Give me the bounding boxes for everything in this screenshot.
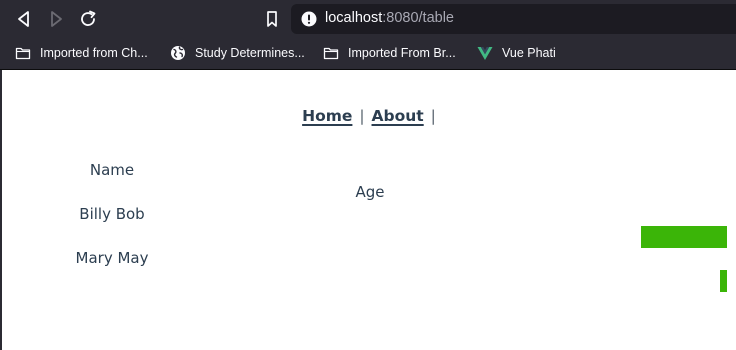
nav-link-about[interactable]: About	[372, 107, 424, 125]
page-content: Home | About | Name Age Billy Bob Mary M…	[0, 70, 736, 350]
url-text[interactable]: localhost:8080/table	[325, 10, 454, 26]
table-cell-name: Mary May	[75, 249, 149, 267]
browser-toolbar: localhost:8080/table	[0, 0, 736, 37]
bookmark-page-button[interactable]	[262, 9, 282, 29]
age-bar	[720, 270, 727, 292]
age-bar	[641, 226, 727, 248]
address-bar[interactable]: localhost:8080/table	[291, 4, 736, 34]
table-cell-name: Billy Bob	[79, 205, 145, 223]
back-arrow-icon	[18, 11, 29, 27]
folder-icon	[15, 47, 31, 60]
bookmark-label: Imported from Ch...	[40, 46, 148, 60]
bookmark-label: Vue Phati	[502, 46, 556, 60]
bookmark-icon	[267, 11, 277, 27]
nav-separator: |	[430, 107, 436, 125]
bookmark-label: Imported From Br...	[348, 46, 456, 60]
folder-icon	[323, 47, 339, 60]
nav-link-home[interactable]: Home	[302, 107, 352, 125]
bookmark-label: Study Determines...	[195, 46, 305, 60]
url-path: :8080/table	[382, 10, 454, 26]
reload-icon	[81, 10, 96, 26]
back-button[interactable]	[14, 9, 34, 29]
globe-icon	[171, 46, 185, 60]
url-host: localhost	[325, 10, 383, 26]
bookmark-item-vue-phati[interactable]: Vue Phati	[477, 37, 556, 69]
bookmark-item-imported-from-chrome[interactable]: Imported from Ch...	[15, 37, 148, 69]
column-header-name: Name	[89, 161, 135, 179]
bookmarks-bar: Imported from Ch... Study Determines... …	[0, 37, 736, 70]
bookmark-item-imported-from-browser[interactable]: Imported From Br...	[323, 37, 456, 69]
site-info-icon[interactable]	[301, 11, 317, 27]
vue-logo-icon	[477, 47, 493, 60]
reload-button[interactable]	[78, 9, 98, 29]
nav-separator: |	[359, 107, 365, 125]
bookmark-item-study-determines[interactable]: Study Determines...	[170, 37, 305, 69]
forward-arrow-icon	[51, 11, 62, 27]
column-header-age: Age	[355, 183, 385, 201]
forward-button[interactable]	[46, 9, 66, 29]
top-nav: Home | About |	[2, 107, 736, 125]
